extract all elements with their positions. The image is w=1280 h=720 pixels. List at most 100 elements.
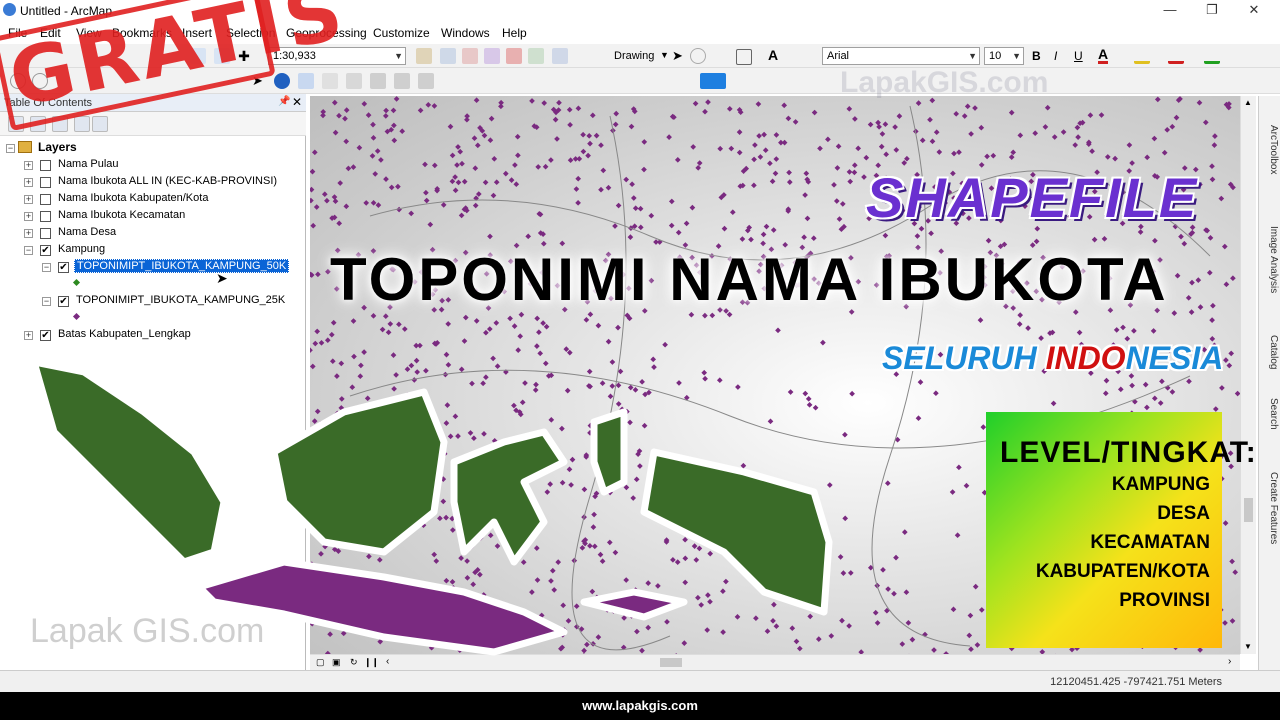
right-dock: ArcToolbox Image Analysis Catalog Search… xyxy=(1258,96,1280,670)
measure-icon[interactable] xyxy=(322,73,338,89)
modelbuilder-icon[interactable] xyxy=(552,48,568,64)
vertical-scrollbar[interactable]: ▲ ▼ xyxy=(1240,96,1256,654)
layer-visibility-checkbox[interactable]: ✔ xyxy=(40,245,51,256)
chevron-down-icon: ▼ xyxy=(660,50,669,60)
font-color-icon[interactable]: A xyxy=(1098,47,1109,64)
rotate-icon[interactable] xyxy=(690,48,706,64)
toc-layer-row[interactable]: + Nama Desa xyxy=(0,225,300,241)
chevron-up-icon[interactable]: ▲ xyxy=(1244,98,1252,107)
go-to-xy-icon[interactable] xyxy=(394,73,410,89)
layout-tool-icon[interactable] xyxy=(700,73,726,89)
toc-layer-row[interactable]: + Nama Ibukota Kabupaten/Kota xyxy=(0,191,300,207)
layer-name: Nama Ibukota Kabupaten/Kota xyxy=(58,192,209,204)
seluruh-part: SELURUH xyxy=(882,340,1046,376)
toc-layer-row[interactable]: − ✔ Kampung xyxy=(0,242,300,258)
expander-icon[interactable]: − xyxy=(24,246,33,255)
toc-layer-row[interactable]: + ✔ Batas Kabupaten_Lengkap xyxy=(0,327,300,343)
expander-icon[interactable]: + xyxy=(24,229,33,238)
legend-symbol-icon xyxy=(72,312,81,321)
menu-help[interactable]: Help xyxy=(502,26,527,40)
layer-visibility-checkbox[interactable] xyxy=(40,160,51,171)
font-size-combo[interactable]: 10 ▼ xyxy=(984,47,1024,65)
brand-text: Lapak GIS.com xyxy=(30,612,265,650)
catalog-icon[interactable] xyxy=(462,48,478,64)
coordinate-readout: 12120451.425 -797421.751 Meters xyxy=(1050,676,1222,688)
pin-icon[interactable]: 📌 xyxy=(278,96,290,107)
toc-layer-row[interactable]: − ✔ TOPONIMIPT_IBUKOTA_KAMPUNG_50K xyxy=(0,259,300,275)
toc-layer-row[interactable]: − ✔ TOPONIMIPT_IBUKOTA_KAMPUNG_25K xyxy=(0,293,300,309)
status-bar: 12120451.425 -797421.751 Meters xyxy=(0,670,1280,692)
expander-icon[interactable]: + xyxy=(24,161,33,170)
legend-symbol-icon xyxy=(72,278,81,287)
menu-customize[interactable]: Customize xyxy=(373,26,430,40)
html-popup-icon[interactable] xyxy=(298,73,314,89)
layer-visibility-checkbox[interactable]: ✔ xyxy=(58,262,69,273)
arcmap-app-icon xyxy=(3,3,16,16)
seluruh-indonesia-text: SELURUH INDONESIA xyxy=(882,340,1223,377)
layer-visibility-checkbox[interactable]: ✔ xyxy=(58,296,69,307)
close-icon[interactable]: ✕ xyxy=(292,95,302,109)
level-title: LEVEL/TINGKAT: xyxy=(1000,436,1257,469)
layer-name-selected: TOPONIMIPT_IBUKOTA_KAMPUNG_50K xyxy=(74,259,290,273)
dock-tab-search[interactable]: Search xyxy=(1261,388,1279,440)
menu-windows[interactable]: Windows xyxy=(441,26,490,40)
layer-visibility-checkbox[interactable] xyxy=(40,211,51,222)
layer-visibility-checkbox[interactable]: ✔ xyxy=(40,330,51,341)
layer-name: Kampung xyxy=(58,243,106,255)
minimize-button[interactable]: — xyxy=(1150,2,1190,20)
level-item: PROVINSI xyxy=(1119,590,1210,611)
line-color-icon[interactable] xyxy=(1168,48,1184,64)
layer-visibility-checkbox[interactable] xyxy=(40,177,51,188)
fill-color-icon[interactable] xyxy=(1134,48,1150,64)
shapefile-title: SHAPEFILE xyxy=(866,166,1199,229)
expander-icon[interactable]: − xyxy=(42,297,51,306)
find-icon[interactable] xyxy=(370,73,386,89)
arctoolbox-icon[interactable] xyxy=(506,48,522,64)
level-item: KABUPATEN/KOTA xyxy=(1035,561,1210,582)
layer-name: Nama Ibukota Kecamatan xyxy=(58,209,186,221)
expander-icon[interactable]: + xyxy=(24,195,33,204)
layer-name: Nama Pulau xyxy=(58,158,119,170)
italic-button[interactable]: I xyxy=(1054,49,1057,63)
dock-tab-catalog[interactable]: Catalog xyxy=(1261,322,1279,382)
layer-name: Nama Ibukota ALL IN (KEC-KAB-PROVINSI) xyxy=(58,175,278,187)
python-icon[interactable] xyxy=(528,48,544,64)
find-route-icon[interactable] xyxy=(346,73,362,89)
marker-color-icon[interactable] xyxy=(1204,48,1220,64)
restore-button[interactable]: ❐ xyxy=(1192,2,1232,20)
text-tool-icon[interactable]: A xyxy=(768,47,778,63)
layer-visibility-checkbox[interactable] xyxy=(40,228,51,239)
chevron-down-icon: ▼ xyxy=(394,51,403,61)
scroll-thumb[interactable] xyxy=(1244,498,1253,522)
font-name-combo[interactable]: Arial ▼ xyxy=(822,47,980,65)
dock-tab-create-features[interactable]: Create Features xyxy=(1261,448,1279,568)
expander-icon[interactable]: + xyxy=(24,178,33,187)
chevron-right-icon[interactable]: › xyxy=(1228,656,1231,667)
expander-icon[interactable]: + xyxy=(24,212,33,221)
dock-tab-arctoolbox[interactable]: ArcToolbox xyxy=(1261,104,1279,196)
close-button[interactable]: ✕ xyxy=(1234,2,1274,20)
rectangle-icon[interactable] xyxy=(736,49,752,65)
select-elements-icon[interactable]: ➤ xyxy=(672,48,683,64)
toc-layer-row[interactable]: + Nama Ibukota Kecamatan xyxy=(0,208,300,224)
chevron-down-icon: ▼ xyxy=(1012,51,1021,61)
layer-visibility-checkbox[interactable] xyxy=(40,194,51,205)
font-name-value: Arial xyxy=(827,50,850,62)
editor-icon[interactable] xyxy=(416,48,432,64)
time-slider-icon[interactable] xyxy=(418,73,434,89)
indo-part: INDO xyxy=(1045,340,1126,376)
toc-layer-row[interactable]: + Nama Ibukota ALL IN (KEC-KAB-PROVINSI) xyxy=(0,174,300,190)
table-icon[interactable] xyxy=(440,48,456,64)
chevron-down-icon[interactable]: ▼ xyxy=(1244,642,1252,651)
chevron-down-icon: ▼ xyxy=(968,51,977,61)
expander-icon[interactable]: − xyxy=(42,263,51,272)
watermark-text: LapakGIS.com xyxy=(840,66,1049,99)
font-size-value: 10 xyxy=(989,50,1002,62)
bold-button[interactable]: B xyxy=(1032,49,1041,63)
toc-layer-row[interactable]: + Nama Pulau xyxy=(0,157,300,173)
underline-button[interactable]: U xyxy=(1074,49,1083,63)
expander-icon[interactable]: + xyxy=(24,331,33,340)
search-window-icon[interactable] xyxy=(484,48,500,64)
dock-tab-image-analysis[interactable]: Image Analysis xyxy=(1261,204,1279,316)
drawing-menu[interactable]: Drawing xyxy=(614,50,654,62)
